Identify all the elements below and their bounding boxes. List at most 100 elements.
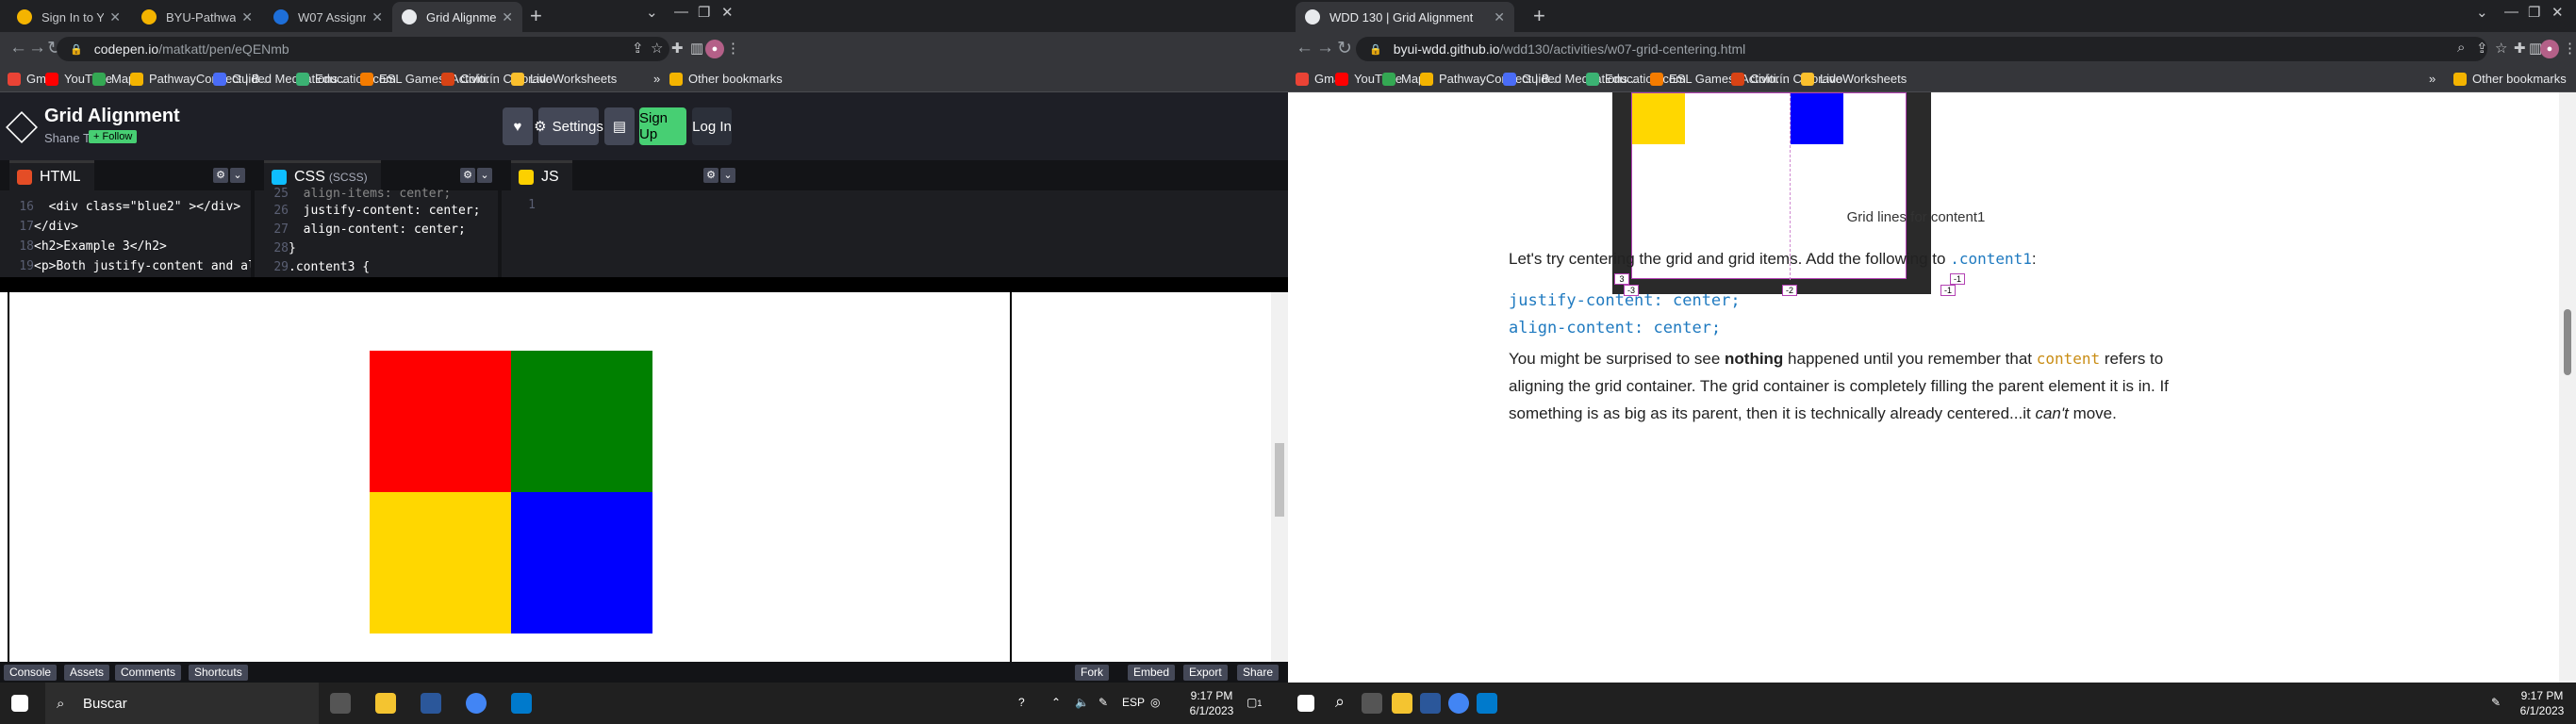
layout-button[interactable]: ▤	[604, 107, 635, 145]
page-scrollbar[interactable]	[2559, 92, 2576, 683]
chrome-icon[interactable]	[1448, 693, 1469, 714]
close-icon[interactable]: ✕	[109, 9, 121, 25]
share-icon[interactable]: ⇪	[632, 40, 644, 57]
reload-icon[interactable]: ↻	[1337, 38, 1352, 59]
follow-button[interactable]: + Follow	[89, 130, 138, 143]
tab-wdd130[interactable]: WDD 130 | Grid Alignment ✕	[1296, 2, 1514, 32]
js-tab[interactable]: JS	[511, 160, 572, 190]
comments-button[interactable]: Comments	[115, 665, 182, 681]
extensions-icon[interactable]: ✚	[671, 40, 684, 57]
avatar[interactable]: ●	[2540, 40, 2559, 58]
address-bar[interactable]: 🔒 byui-wdd.github.io/wdd130/activities/w…	[1356, 37, 2487, 61]
pen-icon[interactable]: ✎	[1098, 696, 1108, 709]
volume-icon[interactable]: 🔈	[1075, 696, 1089, 709]
bookmark-liveworksheets[interactable]: LiveWorksheets	[1801, 72, 1907, 86]
vscode-icon[interactable]	[1477, 693, 1497, 714]
language-indicator[interactable]: ESP	[1122, 696, 1145, 709]
taskbar-search[interactable]: ⌕ Buscar	[45, 683, 319, 724]
maximize-icon[interactable]: ❐	[698, 4, 710, 21]
forward-icon[interactable]: →	[1316, 38, 1334, 58]
bookmark-star-icon[interactable]: ☆	[2495, 40, 2507, 57]
html-code[interactable]: 16 <div class="blue2" ></div> 17 </div> 1…	[0, 198, 373, 277]
task-view-icon[interactable]	[330, 693, 351, 714]
vscode-icon[interactable]	[511, 693, 532, 714]
close-icon[interactable]: ✕	[1494, 9, 1505, 25]
chrome-icon[interactable]	[466, 693, 487, 714]
search-icon[interactable]: ⌕	[1335, 692, 1345, 712]
editor-settings-icon[interactable]: ⚙	[213, 168, 228, 183]
settings-button[interactable]: ⚙ Settings	[534, 107, 603, 145]
assets-button[interactable]: Assets	[64, 665, 110, 681]
scrollbar-thumb[interactable]	[1275, 443, 1284, 517]
notification-icon[interactable]: ▢1	[1247, 696, 1262, 709]
close-icon[interactable]: ✕	[241, 9, 253, 25]
collapse-icon[interactable]: ⌄	[477, 168, 492, 183]
menu-icon[interactable]: ⋮	[726, 40, 740, 57]
share-button[interactable]: Share	[1237, 665, 1280, 681]
help-icon[interactable]: ?	[1018, 696, 1025, 709]
file-explorer-icon[interactable]	[1392, 693, 1412, 714]
share-icon[interactable]: ⇪	[2476, 40, 2488, 57]
bookmarks-overflow-icon[interactable]: »	[653, 72, 660, 86]
sidepanel-icon[interactable]: ▥	[690, 40, 703, 57]
zoom-icon[interactable]: ⌕	[2457, 40, 2465, 56]
menu-icon[interactable]: ⋮	[2563, 40, 2576, 57]
task-view-icon[interactable]	[1362, 693, 1382, 714]
file-explorer-icon[interactable]	[375, 693, 396, 714]
avatar[interactable]: ●	[705, 40, 724, 58]
close-icon[interactable]: ✕	[502, 9, 513, 25]
clock[interactable]: 9:17 PM 6/1/2023	[2514, 688, 2570, 718]
minimize-icon[interactable]: —	[2504, 4, 2518, 20]
other-bookmarks[interactable]: Other bookmarks	[2453, 72, 2567, 86]
bookmark-liveworksheets[interactable]: LiveWorksheets	[511, 72, 617, 86]
clock[interactable]: 9:17 PM 6/1/2023	[1183, 688, 1240, 718]
console-button[interactable]: Console	[4, 665, 58, 681]
signup-button[interactable]: Sign Up	[639, 107, 686, 145]
address-bar[interactable]: 🔒 codepen.io/matkatt/pen/eQENmb	[57, 37, 669, 61]
tab-grid-alignment[interactable]: Grid Alignment ✕	[392, 2, 522, 32]
shortcuts-button[interactable]: Shortcuts	[189, 665, 248, 681]
tray-chevron-icon[interactable]: ⌃	[1051, 696, 1061, 709]
preview-resize-bar[interactable]	[0, 277, 1288, 292]
word-icon[interactable]	[421, 693, 441, 714]
html-tab[interactable]: HTML	[9, 160, 94, 190]
back-icon[interactable]: ←	[9, 38, 27, 58]
tab-search-icon[interactable]: ⌄	[646, 4, 658, 21]
tab-search-icon[interactable]: ⌄	[2476, 4, 2488, 21]
collapse-icon[interactable]: ⌄	[230, 168, 245, 183]
js-code[interactable]: 1	[502, 198, 1288, 277]
editor-settings-icon[interactable]: ⚙	[703, 168, 718, 183]
codepen-logo-icon[interactable]	[6, 111, 38, 143]
other-bookmarks[interactable]: Other bookmarks	[669, 72, 783, 86]
pen-author[interactable]: Shane T	[44, 131, 91, 145]
collapse-icon[interactable]: ⌄	[720, 168, 735, 183]
maximize-icon[interactable]: ❐	[2528, 4, 2540, 21]
extensions-icon[interactable]: ✚	[2514, 40, 2526, 57]
pen-icon[interactable]: ✎	[2491, 696, 2501, 709]
tab-w07-assignment[interactable]: W07 Assignment: Grid Alignmen ✕	[264, 2, 392, 32]
bookmarks-overflow-icon[interactable]: »	[2429, 72, 2436, 86]
tab-byu-portal[interactable]: BYU-Pathway Portal ✕	[132, 2, 262, 32]
minimize-icon[interactable]: —	[674, 4, 688, 20]
close-window-icon[interactable]: ✕	[2551, 4, 2564, 21]
close-icon[interactable]: ✕	[372, 9, 383, 25]
back-icon[interactable]: ←	[1296, 38, 1313, 58]
export-button[interactable]: Export	[1183, 665, 1228, 681]
tab-byu-signin[interactable]: Sign In to Your Account | BYU-Pa ✕	[8, 2, 130, 32]
word-icon[interactable]	[1420, 693, 1441, 714]
css-code[interactable]: 25 align-items: center; 26 justify-conte…	[255, 187, 498, 277]
bookmark-star-icon[interactable]: ☆	[651, 40, 663, 57]
fork-button[interactable]: Fork	[1075, 665, 1109, 681]
new-tab-icon[interactable]: +	[530, 6, 542, 26]
windows-start-icon[interactable]	[1297, 695, 1314, 712]
editor-settings-icon[interactable]: ⚙	[460, 168, 475, 183]
new-tab-icon[interactable]: +	[1533, 6, 1545, 26]
preview-scrollbar[interactable]	[1271, 292, 1288, 662]
windows-start-icon[interactable]	[11, 695, 28, 712]
like-button[interactable]: ♥	[503, 107, 533, 145]
embed-button[interactable]: Embed	[1128, 665, 1176, 681]
close-window-icon[interactable]: ✕	[721, 4, 734, 21]
login-button[interactable]: Log In	[692, 107, 732, 145]
scrollbar-thumb[interactable]	[2564, 309, 2571, 375]
forward-icon[interactable]: →	[28, 38, 46, 58]
